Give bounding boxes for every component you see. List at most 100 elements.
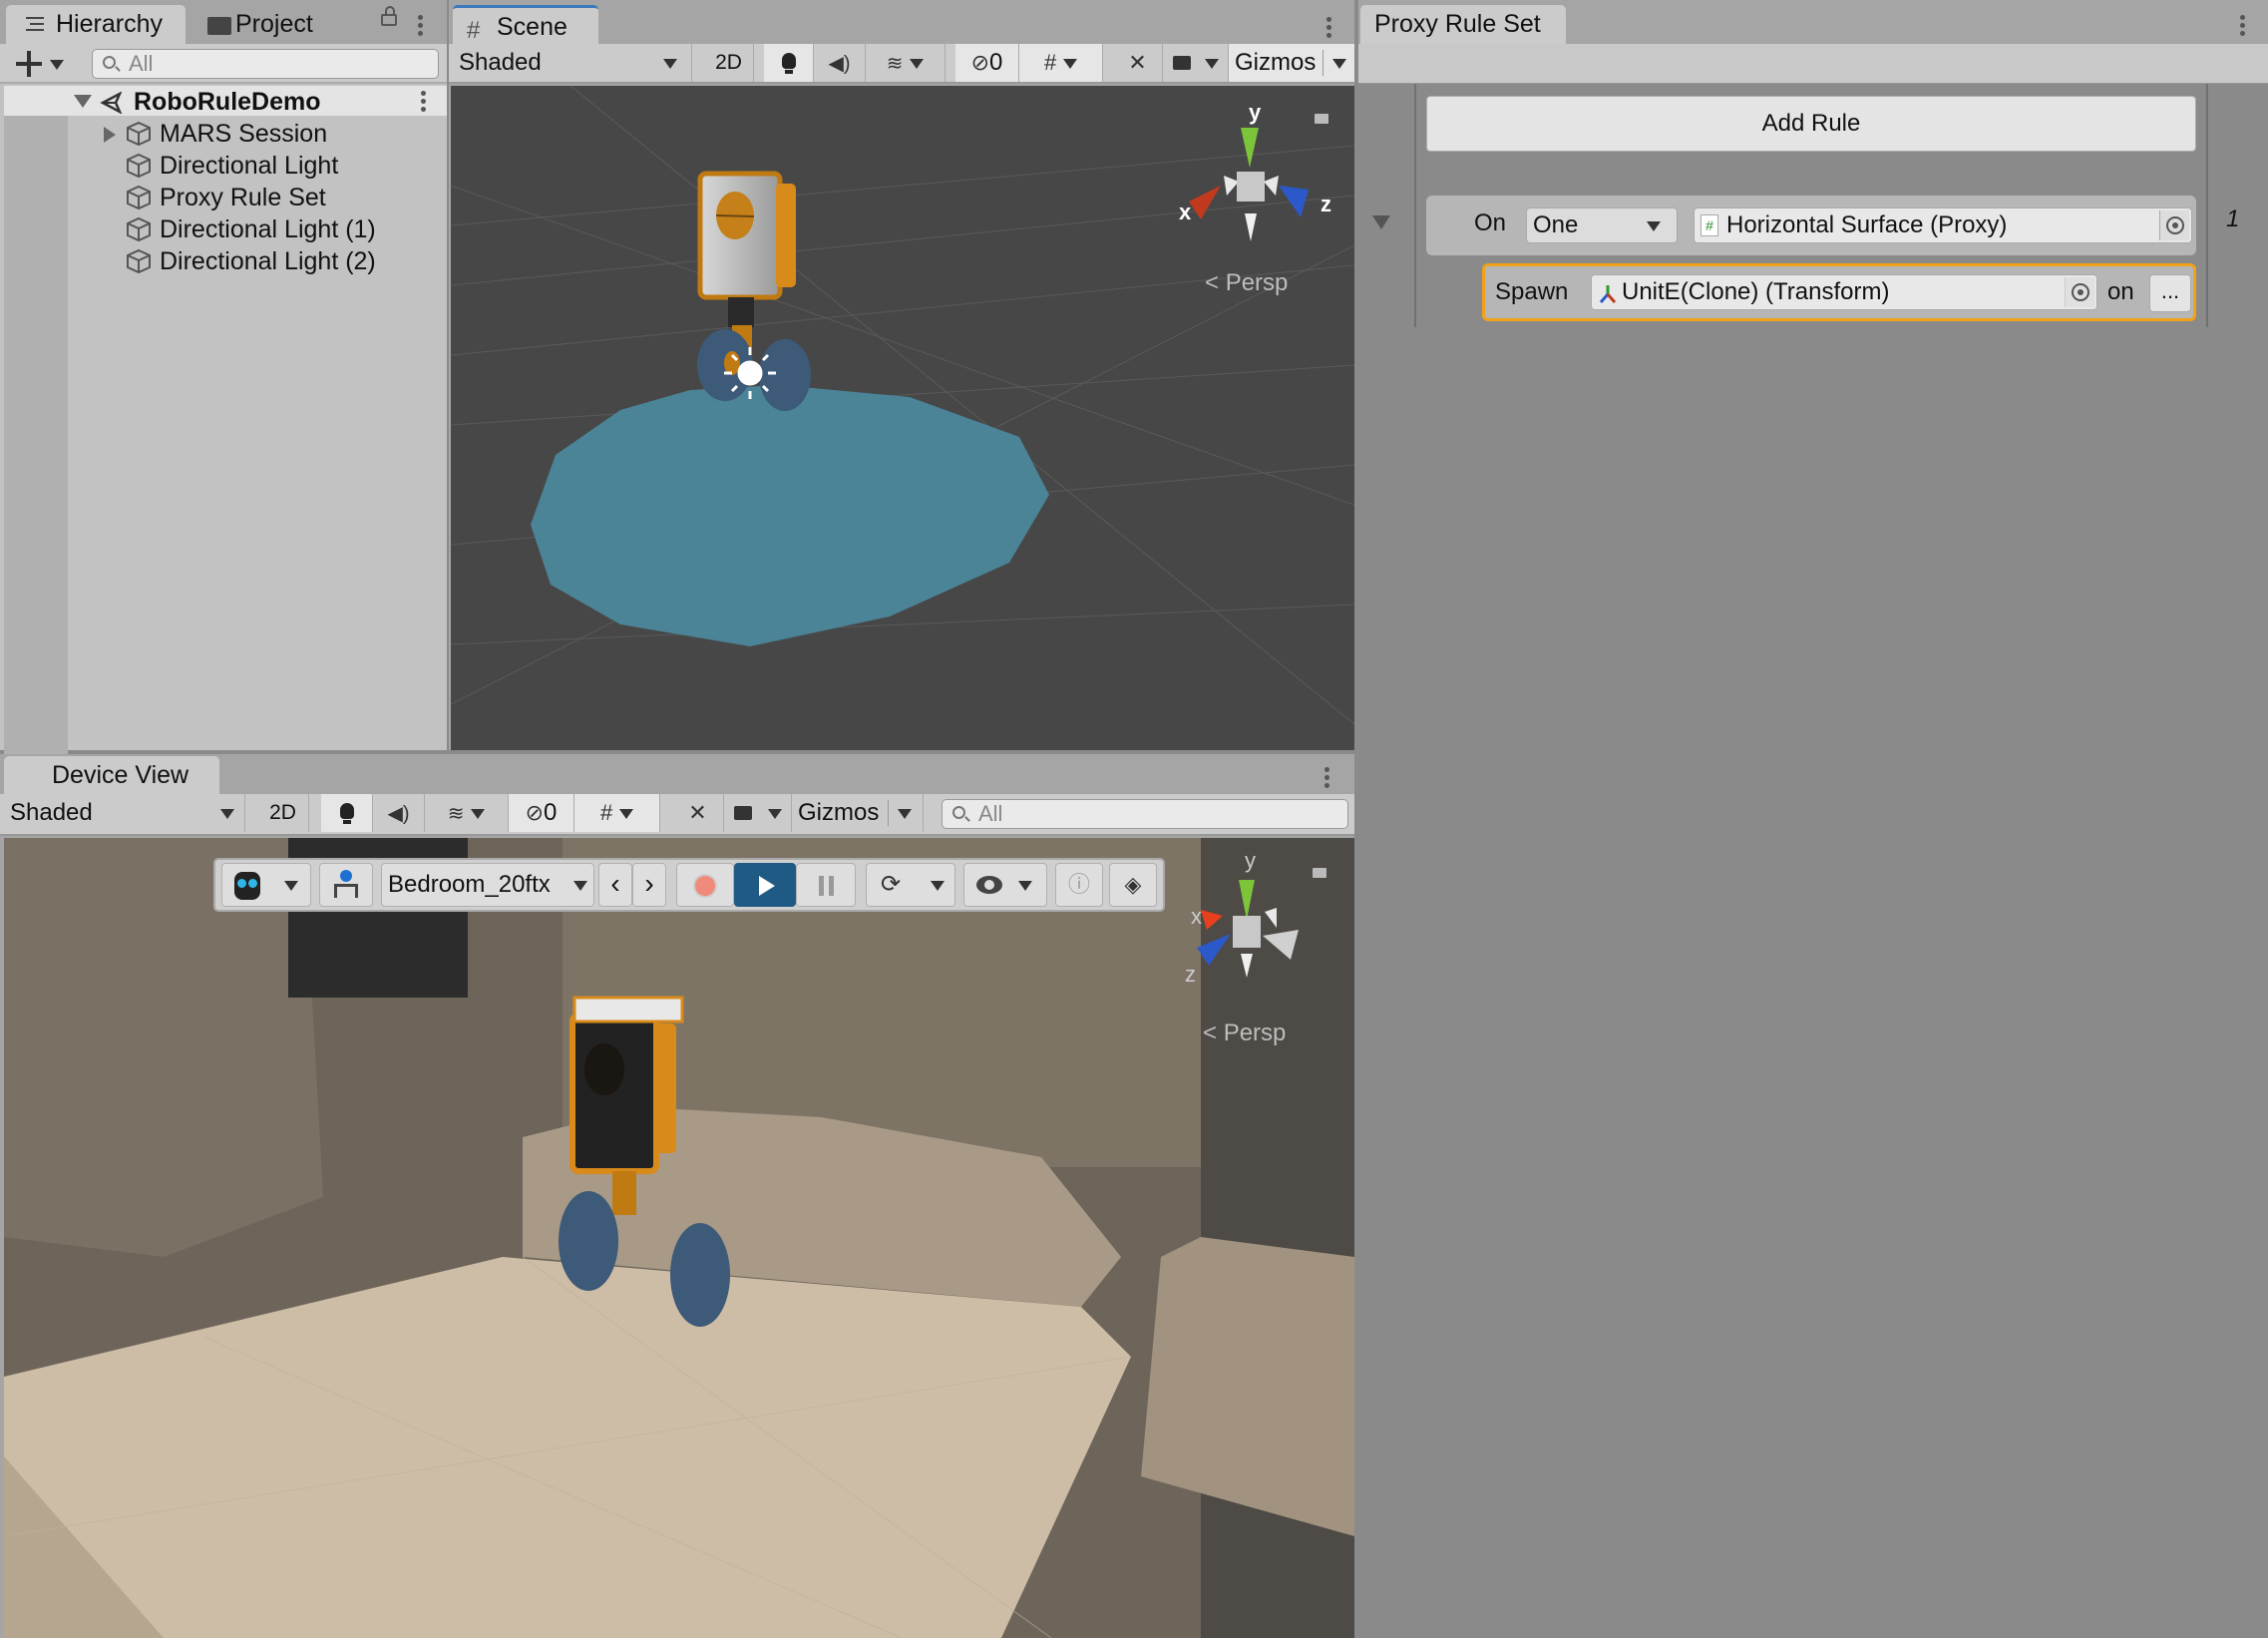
match-count-dropdown[interactable]: One bbox=[1526, 207, 1678, 243]
pause-icon bbox=[819, 876, 824, 896]
hierarchy-item[interactable]: Proxy Rule Set bbox=[4, 182, 447, 213]
inspector-menu-icon[interactable] bbox=[2240, 12, 2246, 39]
tab-device-view-label: Device View bbox=[52, 761, 189, 789]
effects-toggle[interactable]: ≋ bbox=[866, 44, 945, 82]
device-viewport[interactable]: y x z < Persp Bedroom_20ftx ‹ › ⟳ ⓘ ◈ bbox=[4, 838, 1354, 1638]
next-environment-button[interactable]: › bbox=[632, 863, 666, 907]
tools-toggle[interactable]: ✕ bbox=[1113, 44, 1163, 82]
expand-triangle-icon[interactable] bbox=[74, 95, 92, 108]
expand-arrow-icon[interactable] bbox=[104, 127, 116, 143]
more-options-button[interactable]: ... bbox=[2149, 274, 2191, 312]
gizmos-dropdown[interactable]: Gizmos bbox=[1229, 44, 1354, 82]
hierarchy-panel: Hierarchy Project All RoboRuleDemo MARS … bbox=[0, 0, 447, 754]
2d-label: 2D bbox=[269, 801, 296, 824]
lock-icon[interactable] bbox=[1313, 868, 1326, 878]
camera-dropdown[interactable] bbox=[724, 794, 792, 832]
scene-panel: # Scene Shaded 2D ◀) ≋ ⊘0 # ✕ Gizmos y x… bbox=[449, 0, 1354, 750]
add-marker-button[interactable]: ◈ bbox=[1109, 863, 1157, 907]
hierarchy-item[interactable]: Directional Light (2) bbox=[4, 245, 447, 277]
scene-menu-icon[interactable] bbox=[421, 88, 427, 115]
user-view-button[interactable] bbox=[319, 863, 373, 907]
lock-icon[interactable] bbox=[381, 6, 397, 26]
scene-menu-icon[interactable] bbox=[1326, 14, 1332, 41]
create-button[interactable] bbox=[16, 50, 68, 78]
hierarchy-item[interactable]: Directional Light (1) bbox=[4, 213, 447, 245]
effects-toggle[interactable]: ≋ bbox=[425, 794, 509, 832]
2d-toggle[interactable]: 2D bbox=[257, 794, 309, 832]
grid-toggle[interactable]: # bbox=[574, 794, 660, 832]
chevron-down-icon bbox=[573, 881, 587, 891]
chevron-down-icon bbox=[663, 59, 677, 69]
projection-toggle[interactable]: < Persp bbox=[1205, 269, 1288, 297]
tab-hierarchy[interactable]: Hierarchy bbox=[6, 5, 186, 44]
spawn-label: Spawn bbox=[1495, 278, 1569, 305]
gizmos-label: Gizmos bbox=[798, 799, 880, 826]
shading-mode-value: Shaded bbox=[459, 49, 542, 76]
audio-toggle[interactable]: ◀) bbox=[814, 44, 866, 82]
tab-device-view[interactable]: Device View bbox=[4, 756, 219, 795]
eye-slash-icon: ⊘ bbox=[970, 50, 990, 75]
visibility-dropdown[interactable] bbox=[963, 863, 1047, 907]
chevron-down-icon bbox=[898, 809, 912, 819]
chevron-down-icon bbox=[931, 881, 945, 891]
pause-button[interactable] bbox=[796, 863, 856, 907]
proxy-object-value: Horizontal Surface (Proxy) bbox=[1726, 211, 2008, 238]
hierarchy-search-input[interactable]: All bbox=[92, 49, 439, 79]
previous-environment-button[interactable]: ‹ bbox=[598, 863, 632, 907]
tools-icon: ✕ bbox=[688, 800, 707, 825]
lightbulb-icon bbox=[340, 803, 354, 819]
spawn-action-row: Spawn UnitE(Clone) (Transform) on ... bbox=[1482, 263, 2196, 321]
scene-toolbar: Shaded 2D ◀) ≋ ⊘0 # ✕ Gizmos bbox=[449, 44, 1354, 84]
grid-toggle[interactable]: # bbox=[1019, 44, 1103, 82]
horizontal-surface-proxy bbox=[531, 385, 1049, 646]
hierarchy-item[interactable]: Directional Light bbox=[4, 150, 447, 182]
chevron-down-icon bbox=[1647, 221, 1661, 231]
on-suffix-label: on bbox=[2107, 278, 2134, 305]
spawn-object-field[interactable]: UnitE(Clone) (Transform) bbox=[1591, 274, 2097, 310]
transform-icon bbox=[1598, 281, 1618, 303]
chevron-down-icon bbox=[220, 809, 234, 819]
proxy-script-icon: # bbox=[1701, 214, 1718, 236]
audio-toggle[interactable]: ◀) bbox=[373, 794, 425, 832]
tab-scene[interactable]: # Scene bbox=[453, 5, 598, 44]
camera-dropdown[interactable] bbox=[1163, 44, 1229, 82]
record-button[interactable] bbox=[676, 863, 734, 907]
lighting-toggle[interactable] bbox=[321, 794, 373, 832]
proxy-object-field[interactable]: # Horizontal Surface (Proxy) bbox=[1694, 207, 2192, 243]
scene-render bbox=[451, 86, 1354, 725]
scene-root-row[interactable]: RoboRuleDemo bbox=[4, 86, 447, 116]
device-view-menu-icon[interactable] bbox=[1324, 764, 1330, 791]
gizmos-dropdown[interactable]: Gizmos bbox=[792, 794, 924, 832]
play-icon bbox=[759, 876, 775, 896]
hidden-objects-toggle[interactable]: ⊘0 bbox=[509, 794, 574, 832]
tab-project[interactable]: Project bbox=[189, 5, 369, 44]
hidden-objects-toggle[interactable]: ⊘0 bbox=[955, 44, 1019, 82]
tab-proxy-rule-set[interactable]: Proxy Rule Set bbox=[1360, 5, 1566, 44]
sync-dropdown[interactable]: ⟳ bbox=[866, 863, 955, 907]
hierarchy-item-label: Directional Light bbox=[160, 152, 339, 180]
play-button[interactable] bbox=[734, 863, 796, 907]
device-view-toolbar: Shaded 2D ◀) ≋ ⊘0 # ✕ Gizmos All bbox=[0, 794, 1354, 836]
device-view-search-input[interactable]: All bbox=[942, 799, 1348, 829]
2d-toggle[interactable]: 2D bbox=[704, 44, 754, 82]
info-button[interactable]: ⓘ bbox=[1055, 863, 1103, 907]
lock-icon[interactable] bbox=[1315, 114, 1328, 124]
projection-toggle[interactable]: < Persp bbox=[1203, 1020, 1286, 1047]
simulation-mode-dropdown[interactable] bbox=[221, 863, 311, 907]
shading-mode-dropdown[interactable]: Shaded bbox=[455, 44, 692, 82]
projection-label: Persp bbox=[1225, 269, 1289, 296]
environment-dropdown[interactable]: Bedroom_20ftx bbox=[381, 863, 594, 907]
add-rule-button[interactable]: Add Rule bbox=[1426, 96, 2196, 152]
object-picker-icon[interactable] bbox=[2159, 210, 2189, 240]
chevron-down-icon bbox=[50, 60, 64, 70]
hierarchy-menu-icon[interactable] bbox=[418, 12, 424, 39]
shading-mode-dropdown[interactable]: Shaded bbox=[6, 794, 245, 832]
axis-label-x: x bbox=[1179, 200, 1192, 224]
scene-viewport[interactable]: y x z < Persp bbox=[451, 86, 1354, 750]
tools-toggle[interactable]: ✕ bbox=[672, 794, 724, 832]
rule-collapse-triangle-icon[interactable] bbox=[1372, 215, 1390, 229]
chevron-down-icon bbox=[471, 808, 486, 819]
lighting-toggle[interactable] bbox=[764, 44, 814, 82]
hierarchy-item[interactable]: MARS Session bbox=[4, 118, 447, 150]
object-picker-icon[interactable] bbox=[2065, 277, 2094, 307]
